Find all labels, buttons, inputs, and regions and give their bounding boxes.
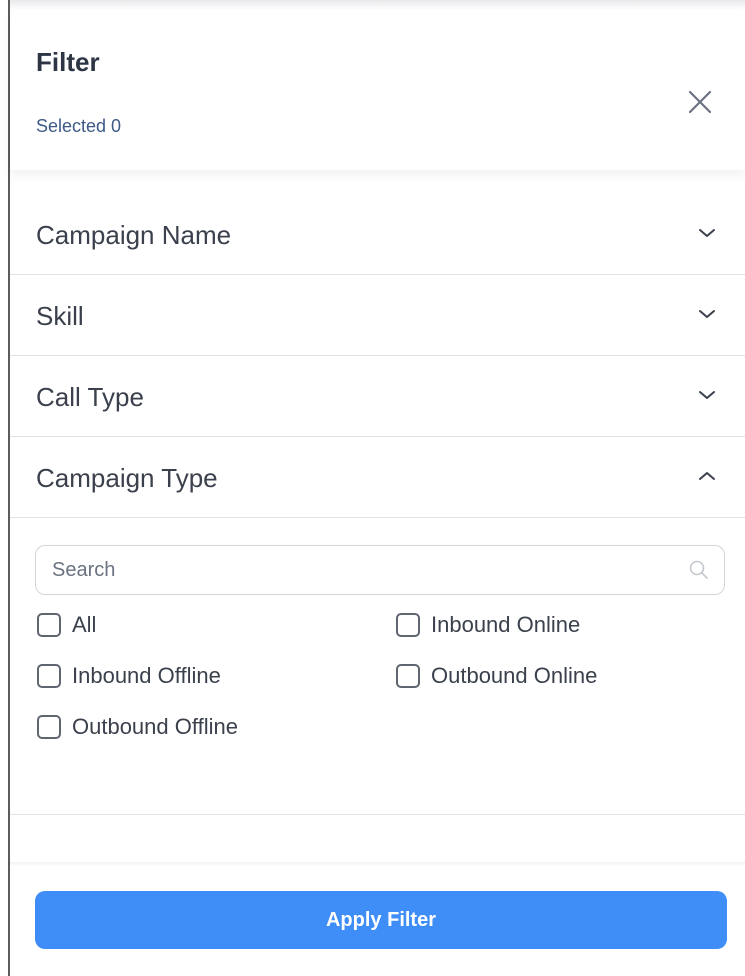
- search-input[interactable]: [52, 546, 672, 594]
- campaign-type-search: [35, 545, 725, 595]
- section-divider: [10, 814, 745, 815]
- option-label: All: [72, 612, 97, 637]
- footer-shadow: [10, 862, 745, 866]
- section-skill[interactable]: Skill: [10, 275, 745, 356]
- filter-header: Filter Selected 0: [10, 10, 745, 170]
- section-call-type[interactable]: Call Type: [10, 356, 745, 437]
- section-label: Campaign Name: [36, 220, 232, 250]
- option-label: Outbound Offline: [72, 714, 238, 739]
- checkbox[interactable]: [37, 715, 61, 739]
- section-label: Skill: [36, 301, 84, 331]
- section-campaign-name[interactable]: Campaign Name: [10, 194, 745, 275]
- section-campaign-type[interactable]: Campaign Type: [10, 437, 745, 518]
- option-label: Inbound Online: [431, 612, 581, 637]
- filter-panel: Filter Selected 0 Campaign Name Skill Ca…: [0, 0, 745, 976]
- checkbox[interactable]: [37, 664, 61, 688]
- filter-title: Filter: [36, 47, 100, 77]
- checkbox[interactable]: [396, 613, 420, 637]
- chevron-up-icon: [699, 472, 715, 480]
- option-label: Outbound Online: [431, 663, 598, 688]
- close-icon: [688, 90, 712, 114]
- apply-filter-button[interactable]: Apply Filter: [35, 891, 727, 949]
- close-button[interactable]: [686, 88, 714, 116]
- option-label: Inbound Offline: [72, 663, 221, 688]
- chevron-down-icon: [699, 229, 715, 237]
- top-shadow: [10, 0, 745, 10]
- checkbox[interactable]: [37, 613, 61, 637]
- chevron-down-icon: [699, 391, 715, 399]
- checkbox[interactable]: [396, 664, 420, 688]
- search-icon: [689, 560, 708, 579]
- section-label: Call Type: [36, 382, 144, 412]
- chevron-down-icon: [699, 310, 715, 318]
- selected-count: Selected 0: [36, 116, 122, 136]
- section-label: Campaign Type: [36, 463, 218, 493]
